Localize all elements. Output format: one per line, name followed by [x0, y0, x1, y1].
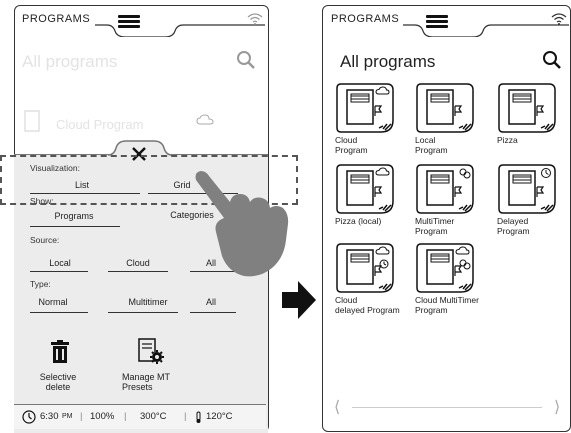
- program-tile-label: Pizza: [497, 135, 518, 145]
- next-page-icon[interactable]: ⟩: [554, 397, 560, 417]
- right-menu-icon[interactable]: [426, 15, 448, 28]
- left-topbar-title: PROGRAMS: [22, 13, 91, 25]
- type-normal-option[interactable]: Normal: [30, 297, 76, 307]
- type-all-underline: [190, 312, 236, 313]
- status-bar: 6:30 PM | 100% | 300°C | 120°C: [14, 404, 266, 429]
- status-divider-2: |: [124, 411, 127, 422]
- pointing-hand-icon: [195, 171, 289, 277]
- left-faded-doc-icon: [24, 110, 40, 132]
- left-faded-title: All programs: [22, 52, 118, 71]
- prev-page-icon[interactable]: ⟨: [334, 397, 340, 417]
- type-label: Type:: [30, 279, 51, 289]
- left-search-icon[interactable]: [236, 50, 256, 70]
- clock-icon: [22, 410, 36, 424]
- source-local-underline: [30, 271, 88, 272]
- manage-presets-button[interactable]: Manage MT Presets: [122, 372, 186, 392]
- program-tile-label: Local Program: [415, 135, 448, 155]
- program-tile-label: Pizza (local): [335, 216, 382, 226]
- type-multitimer-option[interactable]: Multitimer: [118, 297, 178, 307]
- transition-arrow-icon: [282, 281, 316, 319]
- status-time-suffix: PM: [62, 413, 73, 420]
- status-percent: 100%: [90, 411, 115, 422]
- status-time: 6:30: [40, 411, 59, 422]
- show-programs-option[interactable]: Programs: [44, 211, 104, 221]
- type-multitimer-underline: [108, 312, 178, 313]
- source-cloud-option[interactable]: Cloud: [118, 258, 158, 268]
- left-faded-cloud-icon: [196, 114, 214, 125]
- right-page-title: All programs: [340, 52, 436, 71]
- program-tile-label: Cloud MultiTimer Program: [415, 295, 479, 315]
- program-tile-label: Cloud Program: [335, 135, 368, 155]
- selective-delete-button[interactable]: Selective delete: [34, 372, 82, 392]
- status-divider-1: |: [80, 411, 83, 422]
- page-scroll-track: [352, 407, 542, 408]
- program-tile-label: MultiTimer Program: [415, 216, 455, 236]
- source-cloud-underline: [108, 271, 168, 272]
- left-faded-item: Cloud Program: [56, 117, 144, 132]
- status-temp-1: 300°C: [140, 411, 167, 422]
- manage-presets-icon[interactable]: [138, 338, 166, 366]
- trash-icon[interactable]: [50, 340, 70, 364]
- program-tile-label: Delayed Program: [497, 216, 530, 236]
- right-topbar-title: PROGRAMS: [331, 13, 400, 25]
- right-wifi-icon: [551, 13, 567, 25]
- left-wifi-icon: [247, 13, 263, 25]
- right-search-icon[interactable]: [542, 50, 562, 70]
- source-local-option[interactable]: Local: [40, 258, 80, 268]
- show-programs-underline: [30, 226, 120, 227]
- type-all-option[interactable]: All: [196, 297, 226, 307]
- status-temp-2: 120°C: [206, 411, 233, 422]
- status-divider-3: |: [184, 411, 187, 422]
- left-menu-icon[interactable]: [118, 15, 140, 28]
- probe-icon: [196, 411, 201, 423]
- type-normal-underline: [30, 312, 88, 313]
- program-tile-label: Cloud delayed Program: [335, 295, 400, 315]
- source-label: Source:: [30, 235, 60, 245]
